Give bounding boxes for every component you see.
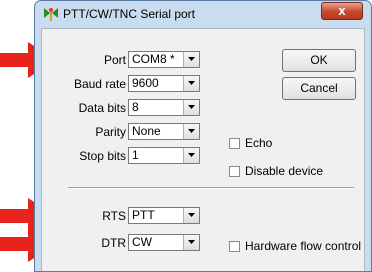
chevron-down-icon	[183, 100, 199, 115]
echo-checkbox[interactable]	[229, 138, 240, 149]
chevron-down-icon	[183, 208, 199, 223]
stop-bits-label: Stop bits	[79, 149, 126, 163]
rts-select[interactable]: PTT	[128, 207, 200, 224]
ok-button[interactable]: OK	[282, 49, 356, 72]
close-button[interactable]: x	[321, 2, 363, 20]
hardware-flow-control-label: Hardware flow control	[245, 239, 362, 253]
chevron-down-icon	[183, 124, 199, 139]
parity-value: None	[132, 124, 161, 138]
title-bar: PTT/CW/TNC Serial port x	[35, 1, 371, 27]
cancel-button[interactable]: Cancel	[282, 77, 356, 100]
baud-rate-value: 9600	[132, 76, 159, 90]
hardware-flow-control-checkbox[interactable]	[229, 241, 240, 252]
parity-label: Parity	[95, 125, 126, 139]
separator	[68, 187, 354, 189]
stop-bits-value: 1	[132, 148, 139, 162]
disable-device-checkbox[interactable]	[229, 166, 240, 177]
port-select[interactable]: COM8 *	[128, 51, 200, 68]
window-title: PTT/CW/TNC Serial port	[63, 7, 196, 21]
dtr-select[interactable]: CW	[128, 234, 200, 251]
dialog-body: Port COM8 * Baud rate 9600 Data bits 8 P…	[41, 28, 365, 271]
data-bits-value: 8	[132, 100, 139, 114]
chevron-down-icon	[183, 52, 199, 67]
port-value: COM8 *	[132, 52, 175, 66]
parity-select[interactable]: None	[128, 123, 200, 140]
echo-label: Echo	[245, 136, 273, 150]
data-bits-label: Data bits	[78, 101, 126, 115]
baud-rate-select[interactable]: 9600	[128, 75, 200, 92]
chevron-down-icon	[183, 76, 199, 91]
rts-label: RTS	[102, 209, 126, 223]
baud-rate-label: Baud rate	[73, 77, 126, 91]
port-label: Port	[103, 53, 126, 67]
serial-port-dialog: PTT/CW/TNC Serial port x Port COM8 * Bau…	[34, 0, 372, 272]
chevron-down-icon	[183, 148, 199, 163]
app-antenna-icon	[44, 8, 58, 21]
data-bits-select[interactable]: 8	[128, 99, 200, 116]
stop-bits-select[interactable]: 1	[128, 147, 200, 164]
rts-value: PTT	[132, 208, 155, 222]
chevron-down-icon	[183, 235, 199, 250]
disable-device-label: Disable device	[245, 164, 324, 178]
dtr-value: CW	[132, 235, 152, 249]
dtr-label: DTR	[101, 236, 126, 250]
